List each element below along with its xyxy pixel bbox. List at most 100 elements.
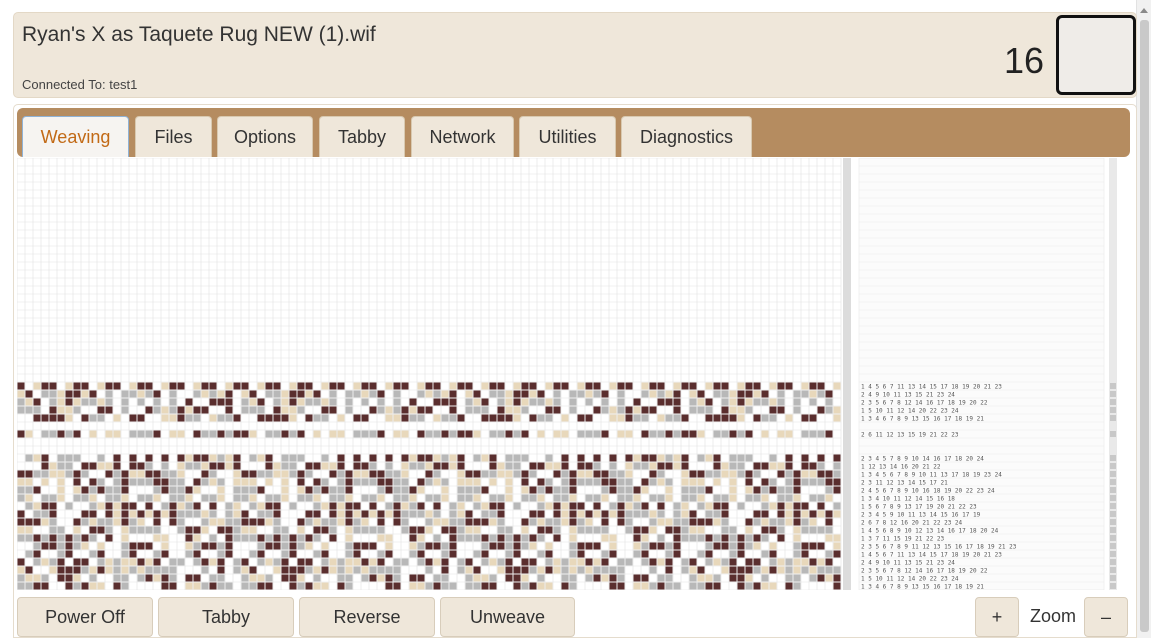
draft-cell bbox=[233, 558, 241, 566]
tab-options[interactable]: Options bbox=[217, 116, 313, 157]
draft-cell bbox=[289, 542, 297, 550]
draft-cell bbox=[89, 550, 97, 558]
draft-cell bbox=[417, 390, 425, 398]
draft-cell bbox=[41, 470, 49, 478]
draft-cell bbox=[369, 478, 377, 486]
draft-cell bbox=[177, 566, 185, 574]
draft-cell bbox=[449, 486, 457, 494]
power-off-button[interactable]: Power Off bbox=[17, 597, 153, 637]
draft-cell bbox=[505, 550, 513, 558]
draft-cell bbox=[769, 406, 777, 414]
draft-cell bbox=[105, 510, 113, 518]
tab-files[interactable]: Files bbox=[135, 116, 212, 157]
page-scrollbar[interactable] bbox=[1136, 0, 1151, 638]
draft-cell bbox=[297, 518, 305, 526]
draft-cell bbox=[329, 574, 337, 582]
draft-cell bbox=[113, 574, 121, 582]
draft-cell bbox=[809, 478, 817, 486]
draft-cell bbox=[745, 558, 753, 566]
draft-cell bbox=[713, 462, 721, 470]
draft-cell bbox=[297, 558, 305, 566]
draft-cell bbox=[225, 510, 233, 518]
draft-cell bbox=[185, 550, 193, 558]
draft-cell bbox=[257, 414, 265, 422]
tabby-button[interactable]: Tabby bbox=[158, 597, 294, 637]
draft-cell bbox=[153, 550, 161, 558]
draft-cell bbox=[505, 382, 513, 390]
draft-cell bbox=[713, 558, 721, 566]
draft-cell bbox=[369, 494, 377, 502]
zoom-out-button[interactable]: – bbox=[1084, 597, 1128, 637]
draft-cell bbox=[433, 454, 441, 462]
draft-cell bbox=[409, 398, 417, 406]
draft-cell bbox=[681, 494, 689, 502]
draft-cell bbox=[177, 430, 185, 438]
draft-cell bbox=[393, 526, 401, 534]
draft-cell bbox=[153, 518, 161, 526]
draft-cell bbox=[713, 406, 721, 414]
draft-cell bbox=[121, 550, 129, 558]
draft-cell bbox=[41, 510, 49, 518]
draft-cell bbox=[569, 382, 577, 390]
reverse-button[interactable]: Reverse bbox=[299, 597, 435, 637]
lift-plan-marker bbox=[1110, 383, 1116, 389]
draft-cell bbox=[825, 382, 833, 390]
draft-cell bbox=[353, 382, 361, 390]
tab-utilities[interactable]: Utilities bbox=[519, 116, 616, 157]
draft-cell bbox=[361, 470, 369, 478]
tab-diagnostics[interactable]: Diagnostics bbox=[621, 116, 752, 157]
draft-cell bbox=[217, 542, 225, 550]
draft-cell bbox=[721, 478, 729, 486]
draft-cell bbox=[161, 406, 169, 414]
draft-cell bbox=[265, 390, 273, 398]
draft-cell bbox=[617, 542, 625, 550]
zoom-in-button[interactable]: + bbox=[975, 597, 1019, 637]
lift-plan-row: 1 4 5 6 7 11 13 14 15 17 18 19 20 21 23 bbox=[861, 552, 1002, 559]
draft-cell bbox=[41, 534, 49, 542]
draft-cell bbox=[457, 518, 465, 526]
draft-cell bbox=[169, 494, 177, 502]
draft-cell bbox=[793, 574, 801, 582]
draft-cell bbox=[777, 454, 785, 462]
draft-cell bbox=[697, 566, 705, 574]
weaving-draft[interactable]: 1 4 5 6 7 11 13 14 15 17 18 19 20 21 23 2… bbox=[17, 158, 1124, 590]
draft-cell bbox=[289, 462, 297, 470]
unweave-button[interactable]: Unweave bbox=[440, 597, 575, 637]
tab-weaving[interactable]: Weaving bbox=[22, 116, 129, 157]
draft-cell bbox=[121, 518, 129, 526]
draft-cell bbox=[185, 574, 193, 582]
scrollbar-thumb[interactable] bbox=[1140, 20, 1149, 632]
draft-cell bbox=[497, 574, 505, 582]
scroll-up-icon[interactable] bbox=[1140, 8, 1148, 13]
draft-cell bbox=[593, 566, 601, 574]
draft-cell bbox=[313, 582, 321, 590]
draft-cell bbox=[305, 582, 313, 590]
draft-cell bbox=[433, 430, 441, 438]
draft-cell bbox=[689, 510, 697, 518]
draft-cell bbox=[609, 454, 617, 462]
draft-cell bbox=[649, 502, 657, 510]
draft-cell bbox=[505, 390, 513, 398]
draft-cell bbox=[553, 478, 561, 486]
tab-network[interactable]: Network bbox=[411, 116, 514, 157]
tab-tabby[interactable]: Tabby bbox=[319, 116, 405, 157]
draft-cell bbox=[49, 518, 57, 526]
draft-cell bbox=[593, 398, 601, 406]
draft-cell bbox=[81, 526, 89, 534]
draft-cell bbox=[49, 398, 57, 406]
draft-cell bbox=[345, 558, 353, 566]
draft-cell bbox=[545, 470, 553, 478]
draft-cell bbox=[473, 534, 481, 542]
draft-cell bbox=[129, 382, 137, 390]
draft-cell bbox=[633, 534, 641, 542]
draft-cell bbox=[385, 566, 393, 574]
draft-cell bbox=[449, 558, 457, 566]
draft-cell bbox=[817, 574, 825, 582]
draft-cell bbox=[505, 574, 513, 582]
draft-cell bbox=[817, 582, 825, 590]
draft-canvas[interactable]: 1 4 5 6 7 11 13 14 15 17 18 19 20 21 232… bbox=[17, 158, 1124, 590]
draft-cell bbox=[25, 454, 33, 462]
draft-cell bbox=[129, 502, 137, 510]
draft-cell bbox=[361, 574, 369, 582]
draft-cell bbox=[273, 430, 281, 438]
